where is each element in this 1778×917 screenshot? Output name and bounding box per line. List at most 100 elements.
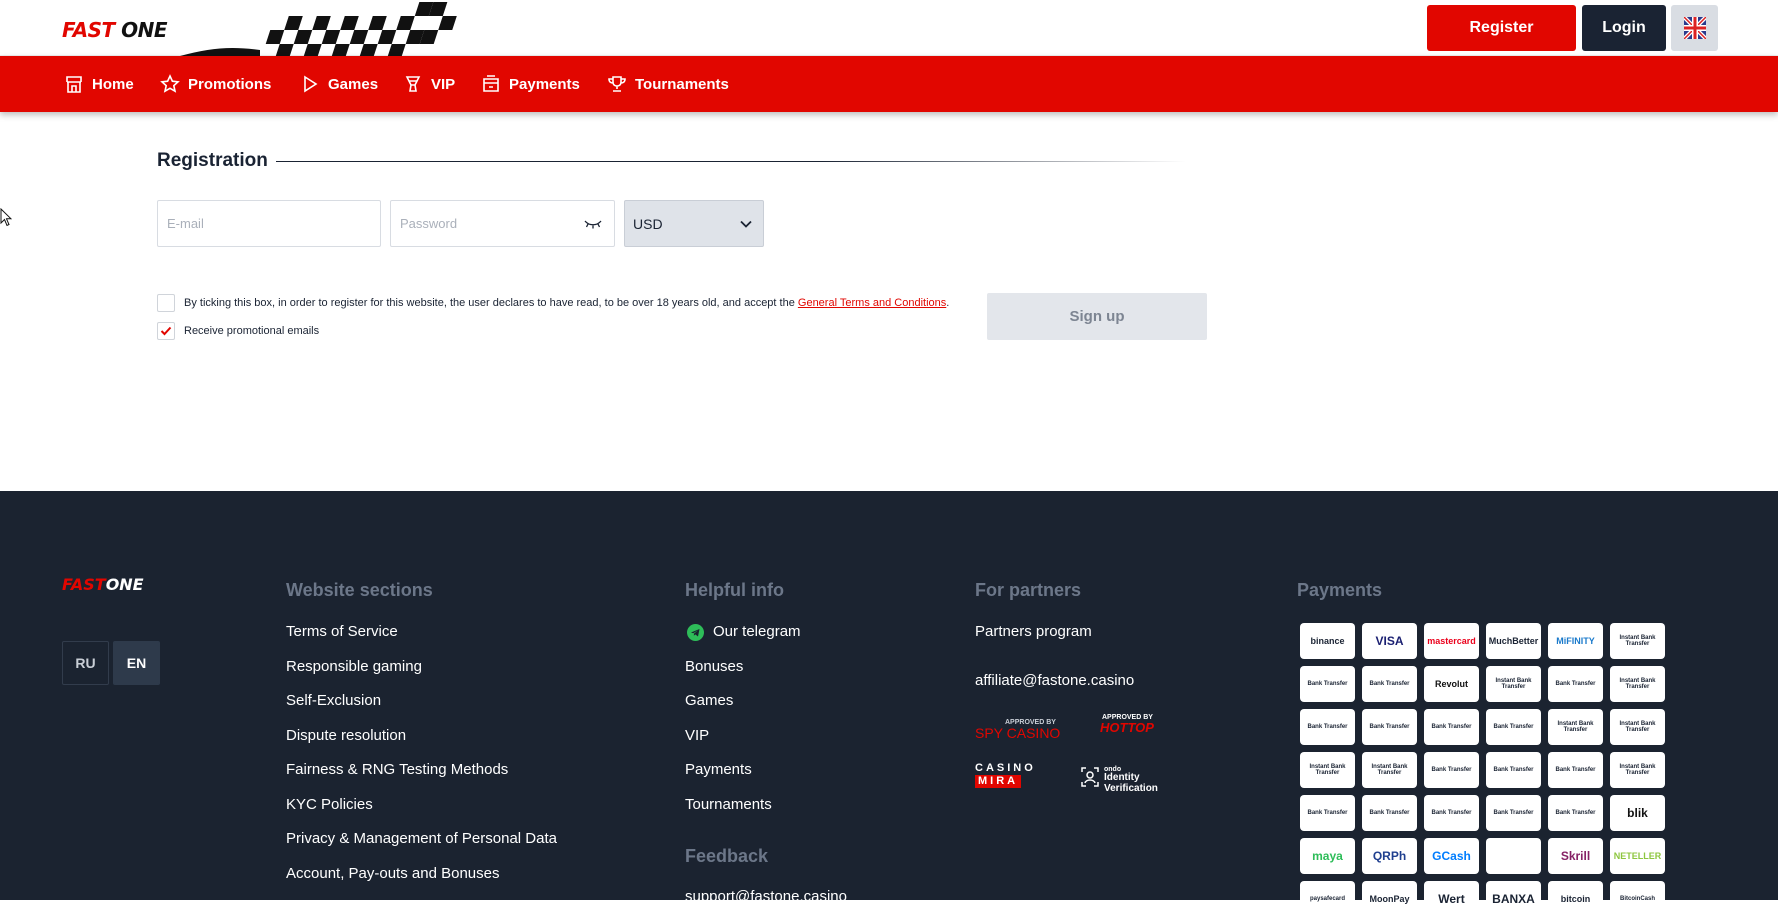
footer-link-telegram[interactable]: Our telegram — [713, 623, 801, 640]
partners-heading: For partners — [975, 580, 1082, 600]
footer-link-privacy[interactable]: Privacy & Management of Personal Data — [286, 830, 557, 847]
footer-link-dispute[interactable]: Dispute resolution — [286, 727, 406, 744]
payment-method-logo: Bank Transfer — [1486, 795, 1541, 831]
payment-method-logo: Bank Transfer — [1486, 752, 1541, 788]
eye-closed-icon[interactable] — [584, 218, 602, 230]
star-icon — [160, 74, 180, 93]
payment-method-logo: maya — [1300, 838, 1355, 874]
payment-method-logo: Bank Transfer — [1548, 666, 1603, 702]
payment-method-logo: Bank Transfer — [1548, 795, 1603, 831]
footer-link-payments[interactable]: Payments — [685, 761, 752, 778]
footer-link-partners-program[interactable]: Partners program — [975, 623, 1092, 640]
payment-method-logo: Instant Bank Transfer — [1486, 666, 1541, 702]
payment-method-logo: BANXA — [1486, 881, 1541, 917]
language-selector[interactable] — [1671, 5, 1718, 51]
footer-link-terms[interactable]: Terms of Service — [286, 623, 398, 640]
password-field[interactable] — [390, 200, 615, 247]
nav-item-tournaments[interactable]: Tournaments — [607, 56, 729, 112]
payment-method-logo: Bank Transfer — [1548, 752, 1603, 788]
payment-method-logo: Revolut — [1424, 666, 1479, 702]
registration-title: Registration — [157, 150, 268, 171]
login-button[interactable]: Login — [1582, 5, 1666, 51]
chevron-down-icon — [740, 220, 752, 228]
payment-method-logo: Bank Transfer — [1486, 709, 1541, 745]
payment-method-logo: binance — [1300, 623, 1355, 659]
footer-link-self-exclusion[interactable]: Self-Exclusion — [286, 692, 381, 709]
mouse-cursor-icon — [0, 208, 12, 227]
terms-link[interactable]: General Terms and Conditions — [798, 297, 946, 309]
affiliate-email[interactable]: affiliate@fastone.casino — [975, 672, 1134, 689]
footer-link-responsible-gaming[interactable]: Responsible gaming — [286, 658, 422, 675]
payment-method-logo: Instant Bank Transfer — [1300, 752, 1355, 788]
top-header: FAST ONE Register Login — [0, 0, 1778, 56]
payment-method-logo: Bank Transfer — [1362, 666, 1417, 702]
checkered-flag-decoration — [180, 0, 490, 56]
payment-method-logo: NETELLER — [1610, 838, 1665, 874]
payment-method-logo: Bank Transfer — [1300, 795, 1355, 831]
payment-method-logo: Wert — [1424, 881, 1479, 917]
footer-logo[interactable]: FASTONE — [62, 575, 144, 594]
email-input[interactable] — [158, 201, 380, 246]
footer-link-games[interactable]: Games — [685, 692, 733, 709]
footer-link-bonuses[interactable]: Bonuses — [685, 658, 743, 675]
telegram-icon — [687, 624, 704, 641]
footer-link-kyc[interactable]: KYC Policies — [286, 796, 373, 813]
payment-method-logo: Bank Transfer — [1424, 752, 1479, 788]
payment-method-logo: Instant Bank Transfer — [1610, 709, 1665, 745]
play-icon — [304, 75, 318, 93]
nav-item-games[interactable]: Games — [300, 56, 378, 112]
payment-method-logo: bitcoin — [1548, 881, 1603, 917]
footer-link-account[interactable]: Account, Pay-outs and Bonuses — [286, 865, 499, 882]
payment-method-logo: paysafecard — [1300, 881, 1355, 917]
lang-ru-button[interactable]: RU — [62, 641, 109, 685]
payment-method-logo: Bank Transfer — [1300, 666, 1355, 702]
home-icon — [66, 76, 82, 93]
payment-method-logo: BitcoinCash — [1610, 881, 1665, 917]
email-field[interactable] — [157, 200, 381, 247]
nav-item-payments[interactable]: Payments — [481, 56, 580, 112]
currency-select[interactable]: USD — [624, 200, 764, 247]
payment-method-logo: Bank Transfer — [1424, 709, 1479, 745]
currency-value: USD — [633, 215, 663, 232]
spy-casino-badge: APPROVED BY SPY CASINO — [975, 719, 1061, 742]
terms-checkbox[interactable] — [157, 294, 175, 312]
nav-item-vip[interactable]: VIP — [403, 56, 455, 112]
terms-text: By ticking this box, in order to registe… — [184, 297, 950, 309]
payments-heading: Payments — [1297, 580, 1383, 600]
site-logo[interactable]: FAST ONE — [62, 18, 167, 42]
vip-icon — [405, 76, 421, 92]
lang-en-button[interactable]: EN — [113, 641, 160, 685]
casino-mira-badge: CASINO MIRA — [975, 762, 1036, 789]
payment-method-logo: MuchBetter — [1486, 623, 1541, 659]
main-nav: Home Promotions Games VIP Payments Tourn… — [0, 56, 1778, 112]
payment-method-logo: MoonPay — [1362, 881, 1417, 917]
payment-method-logo: QRPh — [1362, 838, 1417, 874]
hottop-badge: APPROVED BY HOTTOP — [1100, 714, 1154, 736]
footer-link-fairness[interactable]: Fairness & RNG Testing Methods — [286, 761, 508, 778]
signup-button[interactable]: Sign up — [987, 293, 1207, 340]
payment-method-logo: Instant Bank Transfer — [1610, 752, 1665, 788]
footer-link-tournaments[interactable]: Tournaments — [685, 796, 772, 813]
register-button[interactable]: Register — [1427, 5, 1576, 51]
promo-text: Receive promotional emails — [184, 325, 320, 337]
identity-verification-icon — [1081, 767, 1099, 787]
payment-method-logo: Bank Transfer — [1300, 709, 1355, 745]
payment-method-logo: Skrill — [1548, 838, 1603, 874]
nav-item-home[interactable]: Home — [64, 56, 134, 112]
nav-item-promotions[interactable]: Promotions — [160, 56, 271, 112]
checkmark-icon — [160, 326, 172, 336]
promo-checkbox[interactable] — [157, 322, 175, 340]
website-sections-heading: Website sections — [286, 580, 433, 600]
payment-method-logo: mastercard — [1424, 623, 1479, 659]
footer-link-vip[interactable]: VIP — [685, 727, 709, 744]
trophy-icon — [608, 76, 626, 92]
title-divider — [276, 161, 1186, 162]
payment-method-logo: VISA — [1362, 623, 1417, 659]
password-input[interactable] — [391, 201, 614, 246]
payment-method-logo: Instant Bank Transfer — [1610, 666, 1665, 702]
feedback-email[interactable]: support@fastone.casino — [685, 888, 847, 905]
payment-method-logo: Instant Bank Transfer — [1610, 623, 1665, 659]
feedback-heading: Feedback — [685, 846, 769, 866]
payment-method-logo: Bank Transfer — [1424, 795, 1479, 831]
payment-method-logo: Bank Transfer — [1362, 795, 1417, 831]
